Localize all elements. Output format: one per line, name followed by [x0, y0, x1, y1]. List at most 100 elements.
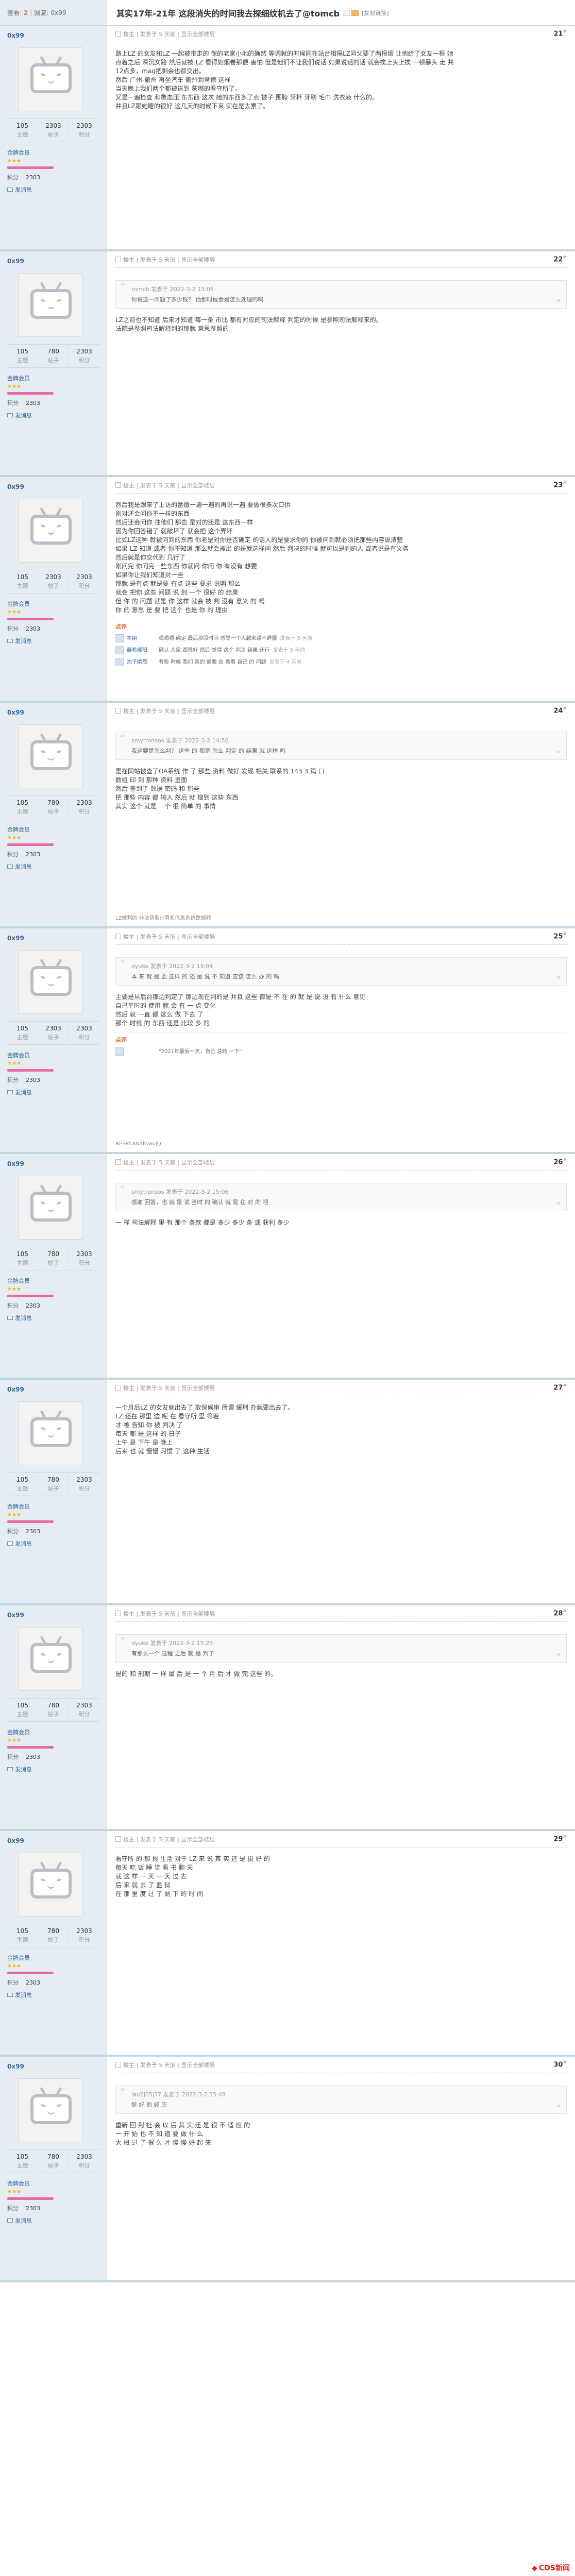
author-name[interactable]: 0x99	[7, 1386, 99, 1393]
floor-number[interactable]: 29#	[553, 1835, 567, 1843]
review-avatar[interactable]	[115, 634, 124, 642]
send-message-link[interactable]: 发消息	[7, 2216, 99, 2225]
send-message-link[interactable]: 发消息	[7, 185, 99, 194]
stat-posts[interactable]: 780 帖子	[38, 1476, 69, 1493]
avatar[interactable]	[19, 273, 82, 337]
author-name[interactable]: 0x99	[7, 2063, 99, 2070]
online-status-icon	[115, 257, 121, 262]
stat-topics[interactable]: 105 主题	[7, 122, 38, 139]
quote-author[interactable]: tomcb 发表于 2022-3-2 15:06	[131, 285, 559, 294]
stat-posts[interactable]: 2303 帖子	[38, 1025, 69, 1041]
stat-topics[interactable]: 105 主题	[7, 1702, 38, 1718]
author-name[interactable]: 0x99	[7, 1160, 99, 1167]
avatar[interactable]	[19, 1176, 82, 1240]
review-user[interactable]: 晨希暖阳	[127, 646, 156, 655]
avatar[interactable]	[19, 724, 82, 788]
review-avatar[interactable]	[115, 1047, 124, 1056]
stat-credits[interactable]: 2303 积分	[69, 1476, 99, 1493]
copy-link-button[interactable]: [复制链接]	[362, 9, 389, 17]
review-avatar[interactable]	[115, 658, 124, 666]
avatar[interactable]	[19, 499, 82, 563]
stat-posts[interactable]: 780 帖子	[38, 2153, 69, 2170]
post-line: 看守所 的 那 段 生活 对于 LZ 来 说 其 实 还 是 挺 好 的	[115, 1855, 270, 1862]
floor-number[interactable]: 26#	[553, 1158, 567, 1166]
signature-text: RESPCANaKvaujQ	[115, 1141, 161, 1147]
avatar[interactable]	[19, 1627, 82, 1691]
stat-topics[interactable]: 105 主题	[7, 799, 38, 816]
floor-number[interactable]: 23#	[553, 481, 567, 489]
meta-info[interactable]: 楼主 | 发表于 5 天前 | 显示全部楼层	[123, 2061, 215, 2069]
send-message-link[interactable]: 发消息	[7, 1088, 99, 1096]
floor-number[interactable]: 25#	[553, 932, 567, 940]
star-icon: ★	[11, 1963, 16, 1969]
author-name[interactable]: 0x99	[7, 1612, 99, 1619]
stat-topics[interactable]: 105 主题	[7, 348, 38, 364]
meta-info[interactable]: 楼主 | 发表于 5 天前 | 显示全部楼层	[123, 1384, 215, 1392]
quote-author[interactable]: smytronsos 发表于 2022-3-2 14:50	[131, 736, 559, 745]
stat-credits[interactable]: 2303 积分	[69, 799, 99, 816]
quote-author[interactable]: smytronsos 发表于 2022-3-2 15:06	[131, 1188, 559, 1196]
post-body: 一个月后LZ 的女友就出去了 取保候审 所谓 缓刑 办就要出去了。 LZ 还在 那…	[115, 1396, 567, 1463]
stat-topics[interactable]: 105 主题	[7, 1927, 38, 1944]
stat-credits[interactable]: 2303 积分	[69, 1025, 99, 1041]
review-user[interactable]: 本期	[127, 634, 156, 643]
floor-number[interactable]: 30#	[553, 2060, 567, 2069]
stat-posts[interactable]: 780 帖子	[38, 799, 69, 816]
meta-info[interactable]: 楼主 | 发表于 5 天前 | 显示全部楼层	[123, 1835, 215, 1843]
meta-info[interactable]: 楼主 | 发表于 5 天前 | 显示全部楼层	[123, 481, 215, 489]
stat-topics[interactable]: 105 主题	[7, 1025, 38, 1041]
stat-topics[interactable]: 105 主题	[7, 1476, 38, 1493]
author-name[interactable]: 0x99	[7, 1837, 99, 1844]
stat-credits[interactable]: 2303 积分	[69, 573, 99, 590]
meta-info[interactable]: 楼主 | 发表于 5 天前 | 显示全部楼层	[123, 1158, 215, 1166]
stat-posts[interactable]: 780 帖子	[38, 1250, 69, 1267]
avatar[interactable]	[19, 1853, 82, 1917]
stat-topics[interactable]: 105 主题	[7, 2153, 38, 2170]
stat-credits[interactable]: 2303 积分	[69, 122, 99, 139]
send-message-link[interactable]: 发消息	[7, 411, 99, 419]
stat-credits[interactable]: 2303 积分	[69, 1250, 99, 1267]
floor-number[interactable]: 22#	[553, 255, 567, 263]
avatar[interactable]	[19, 2078, 82, 2142]
review-user[interactable]: 沈子嫣然	[127, 658, 156, 667]
floor-number[interactable]: 21#	[553, 29, 567, 38]
review-avatar[interactable]	[115, 646, 124, 654]
stat-posts[interactable]: 2303 帖子	[38, 573, 69, 590]
send-message-link[interactable]: 发消息	[7, 1765, 99, 1773]
stat-credits[interactable]: 2303 积分	[69, 1702, 99, 1718]
stat-posts[interactable]: 780 帖子	[38, 1927, 69, 1944]
quote-author[interactable]: lau2j05j37 发表于 2022-3-2 15:48	[131, 2090, 559, 2099]
avatar[interactable]	[19, 950, 82, 1014]
stat-credits[interactable]: 2303 积分	[69, 1927, 99, 1944]
send-message-link[interactable]: 发消息	[7, 862, 99, 871]
send-message-link[interactable]: 发消息	[7, 637, 99, 645]
send-message-link[interactable]: 发消息	[7, 1314, 99, 1322]
author-name[interactable]: 0x99	[7, 483, 99, 490]
stat-topics[interactable]: 105 主题	[7, 1250, 38, 1267]
author-name[interactable]: 0x99	[7, 935, 99, 942]
quote-author[interactable]: dyuko 发表于 2022-3-2 15:23	[131, 1639, 559, 1648]
meta-info[interactable]: 楼主 | 发表于 5 天前 | 显示全部楼层	[123, 30, 215, 38]
stat-credits[interactable]: 2303 积分	[69, 348, 99, 364]
stat-posts[interactable]: 2303 帖子	[38, 122, 69, 139]
meta-info[interactable]: 楼主 | 发表于 5 天前 | 显示全部楼层	[123, 256, 215, 264]
post-line: 如果 LZ 知道 或者 你不知道 那么就会被出 的是就这样问 然后 判决的时候 …	[115, 545, 409, 552]
send-message-link[interactable]: 发消息	[7, 1539, 99, 1548]
meta-info[interactable]: 楼主 | 发表于 5 天前 | 显示全部楼层	[123, 707, 215, 715]
stat-topics[interactable]: 105 主题	[7, 573, 38, 590]
floor-number[interactable]: 24#	[553, 706, 567, 715]
avatar[interactable]	[19, 1401, 82, 1465]
meta-info[interactable]: 楼主 | 发表于 5 天前 | 显示全部楼层	[123, 1609, 215, 1618]
author-name[interactable]: 0x99	[7, 32, 99, 39]
avatar[interactable]	[19, 47, 82, 111]
meta-info[interactable]: 楼主 | 发表于 5 天前 | 显示全部楼层	[123, 933, 215, 941]
stat-posts[interactable]: 780 帖子	[38, 348, 69, 364]
quote-author[interactable]: dyuko 发表于 2022-3-2 15:04	[131, 962, 559, 971]
author-name[interactable]: 0x99	[7, 258, 99, 265]
send-message-link[interactable]: 发消息	[7, 1991, 99, 1999]
floor-number[interactable]: 28#	[553, 1609, 567, 1617]
stat-posts[interactable]: 780 帖子	[38, 1702, 69, 1718]
floor-number[interactable]: 27#	[553, 1383, 567, 1392]
stat-credits[interactable]: 2303 积分	[69, 2153, 99, 2170]
author-name[interactable]: 0x99	[7, 709, 99, 716]
